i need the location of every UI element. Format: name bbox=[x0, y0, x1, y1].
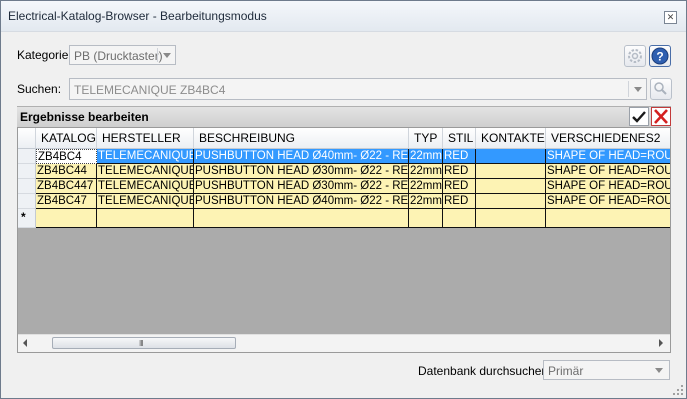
new-cell-katalog[interactable] bbox=[36, 209, 97, 228]
corner-header bbox=[18, 128, 36, 149]
cell-katalog[interactable]: ZB4BC47 bbox=[36, 194, 97, 209]
cell-verschiedenes2[interactable]: SHAPE OF HEAD=ROUND bbox=[546, 194, 670, 209]
cell-hersteller[interactable]: TELEMECANIQUE bbox=[97, 164, 194, 179]
database-label: Datenbank durchsuchen: bbox=[418, 364, 552, 378]
search-button[interactable] bbox=[650, 78, 672, 100]
results-header: Ergebnisse bearbeiten bbox=[17, 106, 671, 127]
search-icon bbox=[654, 82, 667, 95]
column-header-beschreibung[interactable]: BESCHREIBUNG bbox=[194, 128, 409, 149]
cell-verschiedenes2[interactable]: SHAPE OF HEAD=ROUND bbox=[546, 149, 670, 164]
cell-beschreibung[interactable]: PUSHBUTTON HEAD Ø40mm- Ø22 - RED bbox=[194, 149, 409, 164]
column-header-kontakte[interactable]: KONTAKTE bbox=[476, 128, 546, 149]
chevron-down-icon bbox=[163, 53, 171, 58]
cell-kontakte[interactable] bbox=[476, 179, 546, 194]
horizontal-scrollbar[interactable]: III bbox=[18, 334, 670, 352]
cell-hersteller[interactable]: TELEMECANIQUE bbox=[97, 179, 194, 194]
help-button[interactable]: ? bbox=[649, 45, 671, 67]
results-title: Ergebnisse bearbeiten bbox=[20, 110, 149, 124]
search-value: TELEMECANIQUE ZB4BC4 bbox=[74, 83, 226, 97]
row-header[interactable] bbox=[18, 194, 36, 209]
cell-verschiedenes2[interactable]: SHAPE OF HEAD=ROUND bbox=[546, 164, 670, 179]
resize-grip-icon[interactable] bbox=[673, 385, 684, 396]
new-cell-hersteller[interactable] bbox=[97, 209, 194, 228]
new-cell-verschiedenes2[interactable] bbox=[546, 209, 670, 228]
svg-text:?: ? bbox=[656, 50, 663, 64]
new-cell-typ[interactable] bbox=[409, 209, 443, 228]
cell-katalog[interactable]: ZB4BC447 bbox=[36, 179, 97, 194]
checkmark-icon bbox=[632, 111, 646, 123]
new-cell-stil[interactable] bbox=[443, 209, 476, 228]
results-grid[interactable]: KATALOG HERSTELLER BESCHREIBUNG TYP STIL… bbox=[17, 127, 671, 353]
search-divider bbox=[628, 81, 629, 97]
scroll-right-icon[interactable] bbox=[659, 339, 663, 347]
category-select[interactable]: PB (Drucktaster) bbox=[69, 45, 176, 65]
new-row-header[interactable]: * bbox=[18, 209, 36, 228]
category-value: PB (Drucktaster) bbox=[74, 49, 163, 63]
close-icon[interactable]: ✕ bbox=[664, 11, 677, 24]
column-header-katalog[interactable]: KATALOG bbox=[36, 128, 97, 149]
cell-katalog[interactable]: ZB4BC44 bbox=[36, 164, 97, 179]
cell-hersteller[interactable]: TELEMECANIQUE bbox=[97, 194, 194, 209]
grip-icon: III bbox=[139, 339, 144, 348]
new-row-marker: * bbox=[21, 210, 26, 224]
column-header-typ[interactable]: TYP bbox=[409, 128, 443, 149]
cancel-button[interactable] bbox=[651, 107, 671, 126]
cell-beschreibung[interactable]: PUSHBUTTON HEAD Ø30mm- Ø22 - RED bbox=[194, 164, 409, 179]
cell-typ[interactable]: 22mm bbox=[409, 149, 443, 164]
search-input[interactable]: TELEMECANIQUE ZB4BC4 bbox=[69, 78, 647, 100]
cell-typ[interactable]: 22mm bbox=[409, 164, 443, 179]
search-label: Suchen: bbox=[17, 82, 62, 96]
row-header[interactable] bbox=[18, 179, 36, 194]
confirm-button[interactable] bbox=[629, 107, 649, 126]
settings-button[interactable] bbox=[624, 45, 646, 67]
cell-beschreibung[interactable]: PUSHBUTTON HEAD Ø40mm- Ø22 - RED bbox=[194, 194, 409, 209]
cell-kontakte[interactable] bbox=[476, 149, 546, 164]
cell-beschreibung[interactable]: PUSHBUTTON HEAD Ø30mm- Ø22 - RED bbox=[194, 179, 409, 194]
row-header[interactable] bbox=[18, 164, 36, 179]
scroll-left-icon[interactable] bbox=[23, 339, 27, 347]
scrollbar-thumb[interactable]: III bbox=[52, 337, 236, 349]
cell-stil[interactable]: RED bbox=[443, 179, 476, 194]
cell-typ[interactable]: 22mm bbox=[409, 194, 443, 209]
cell-stil[interactable]: RED bbox=[443, 194, 476, 209]
column-header-verschiedenes2[interactable]: VERSCHIEDENES2 bbox=[546, 128, 670, 149]
category-label: Kategorie: bbox=[17, 48, 72, 62]
cell-stil[interactable]: RED bbox=[443, 149, 476, 164]
row-header[interactable] bbox=[18, 149, 36, 164]
cell-katalog[interactable]: ZB4BC4 bbox=[36, 149, 97, 164]
cell-hersteller[interactable]: TELEMECANIQUE bbox=[97, 149, 194, 164]
database-select[interactable]: Primär bbox=[543, 360, 670, 380]
cell-typ[interactable]: 22mm bbox=[409, 179, 443, 194]
database-value: Primär bbox=[548, 364, 584, 378]
chevron-down-icon bbox=[634, 87, 642, 92]
chevron-down-icon bbox=[655, 368, 663, 373]
cell-stil[interactable]: RED bbox=[443, 164, 476, 179]
x-mark-icon bbox=[654, 109, 668, 124]
help-icon: ? bbox=[651, 47, 669, 65]
catalog-browser-window: Electrical-Katalog-Browser - Bearbeitung… bbox=[0, 0, 687, 399]
new-cell-kontakte[interactable] bbox=[476, 209, 546, 228]
cell-verschiedenes2[interactable]: SHAPE OF HEAD=ROUND bbox=[546, 179, 670, 194]
title-bar: Electrical-Katalog-Browser - Bearbeitung… bbox=[1, 1, 686, 32]
cell-kontakte[interactable] bbox=[476, 164, 546, 179]
column-header-hersteller[interactable]: HERSTELLER bbox=[97, 128, 194, 149]
category-divider bbox=[157, 48, 158, 62]
window-title: Electrical-Katalog-Browser - Bearbeitung… bbox=[8, 9, 267, 23]
new-cell-beschreibung[interactable] bbox=[194, 209, 409, 228]
column-header-stil[interactable]: STIL bbox=[443, 128, 476, 149]
cell-kontakte[interactable] bbox=[476, 194, 546, 209]
gear-icon bbox=[628, 49, 642, 63]
